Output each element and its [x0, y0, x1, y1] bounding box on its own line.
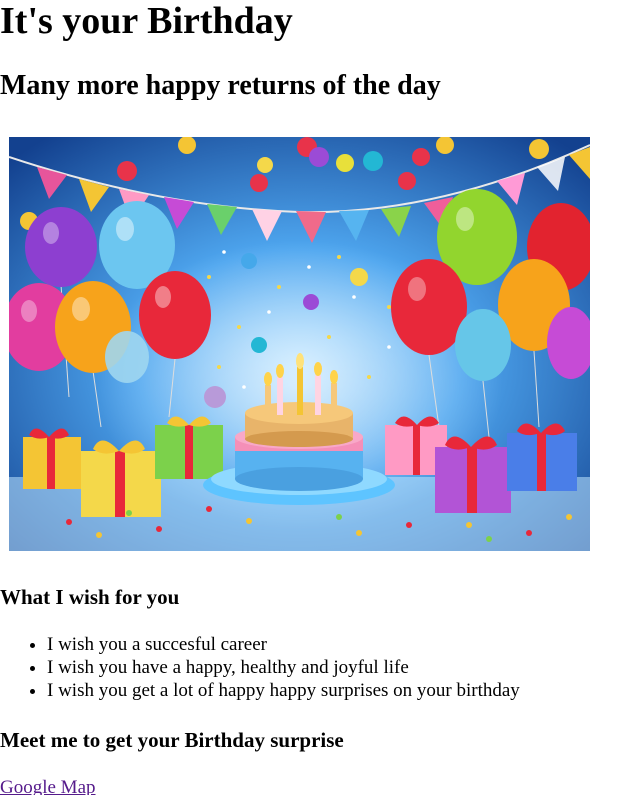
- page: It's your Birthday Many more happy retur…: [0, 0, 618, 795]
- list-item: I wish you get a lot of happy happy surp…: [47, 679, 520, 702]
- page-subtitle: Many more happy returns of the day: [0, 70, 441, 101]
- meet-heading: Meet me to get your Birthday surprise: [0, 728, 344, 752]
- google-map-link[interactable]: Google Map: [0, 777, 96, 795]
- list-item: I wish you a succesful career: [47, 633, 520, 656]
- list-item: I wish you have a happy, healthy and joy…: [47, 656, 520, 679]
- wishes-heading: What I wish for you: [0, 585, 180, 609]
- page-title: It's your Birthday: [0, 0, 293, 42]
- wishes-list: I wish you a succesful career I wish you…: [0, 633, 520, 702]
- birthday-cake-image: [9, 137, 590, 551]
